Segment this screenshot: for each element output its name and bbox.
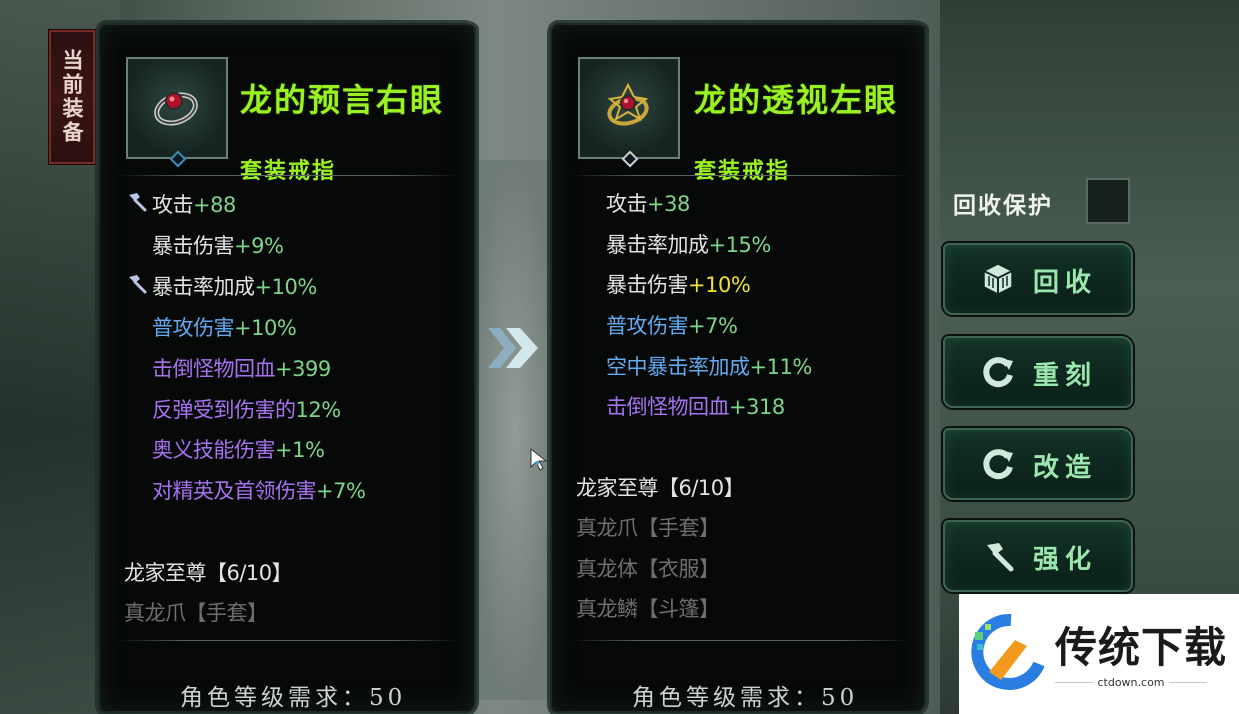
- stat-value: +11%: [749, 355, 813, 379]
- stat-line: 普攻伤害+10%: [152, 312, 297, 342]
- level-requirement: 角色等级需求：50: [632, 685, 859, 711]
- enhance-button[interactable]: 强化: [943, 520, 1133, 592]
- stat-line: 普攻伤害+7%: [606, 310, 738, 340]
- stat-value: +9%: [234, 234, 284, 258]
- stat-line: 击倒怪物回血+318: [606, 391, 785, 421]
- stat-line: 攻击+38: [606, 188, 690, 218]
- watermark-brand: 传统下载: [1055, 623, 1228, 672]
- stat-line: 暴击伤害+9%: [152, 230, 284, 260]
- recycle-button[interactable]: 回收: [943, 243, 1133, 315]
- stat-value: +88: [193, 193, 236, 217]
- refresh-icon: [983, 449, 1013, 480]
- compare-arrow-icon: [488, 328, 538, 368]
- stat-label: 击倒怪物回血: [152, 357, 276, 381]
- current-item-panel: 龙的预言右眼 套装戒指 攻击+88 暴击伤害+9% 暴击率加成+10% 普攻伤害+10…: [98, 23, 476, 713]
- recycle-button-label: 回收: [1033, 268, 1098, 298]
- rarity-diamond-icon: [169, 150, 187, 168]
- rarity-diamond-icon: [621, 150, 639, 168]
- stat-line: 暴击伤害+10%: [606, 269, 751, 299]
- stat-line: 反弹受到伤害的12%: [152, 394, 341, 424]
- watermark-url: ctdown.com: [1093, 676, 1169, 689]
- stat-label: 空中暴击率加成: [606, 355, 750, 379]
- ctdown-logo-icon: [971, 613, 1045, 690]
- reforge-button-label: 重刻: [1033, 361, 1098, 391]
- set-item: 真龙体【衣服】: [576, 557, 720, 581]
- stat-label: 暴击率加成: [606, 233, 709, 257]
- stat-label: 奥义技能伤害: [152, 438, 276, 462]
- divider: [118, 640, 458, 641]
- stat-value: +7%: [316, 479, 366, 503]
- recycle-protect-label: 回收保护: [953, 192, 1053, 219]
- item-name: 龙的预言右眼: [240, 81, 445, 119]
- stat-value: +318: [729, 395, 785, 419]
- watermark: 传统下载 ctdown.com: [959, 594, 1239, 714]
- hammer-icon: [987, 543, 1014, 572]
- mouse-cursor-icon: [530, 447, 548, 471]
- stat-label: 对精英及首领伤害: [152, 479, 317, 503]
- divider: [570, 640, 910, 641]
- stat-value: +38: [647, 192, 690, 216]
- reforge-button[interactable]: 重刻: [943, 336, 1133, 408]
- ring-icon: [154, 92, 198, 126]
- stat-line: 奥义技能伤害+1%: [152, 434, 325, 464]
- stat-line: 对精英及首领伤害+7%: [152, 475, 366, 505]
- item-icon-frame: [126, 57, 228, 168]
- set-title: 龙家至尊【6/10】: [576, 476, 745, 500]
- enhance-button-label: 强化: [1033, 545, 1098, 575]
- set-item: 真龙爪【手套】: [124, 601, 268, 625]
- set-item: 真龙鳞【斗篷】: [576, 597, 720, 621]
- hammer-icon: [129, 275, 147, 294]
- watermark-url-wrap: ctdown.com: [1055, 676, 1207, 689]
- stat-value: +7%: [688, 314, 738, 338]
- stat-label: 反弹受到伤害的: [152, 398, 296, 422]
- stat-line: 攻击+88: [152, 189, 236, 219]
- set-title: 龙家至尊【6/10】: [124, 561, 293, 585]
- stat-value: +10%: [234, 316, 297, 340]
- stat-label: 暴击伤害: [606, 273, 689, 297]
- divider: [118, 175, 458, 176]
- stat-value: +15%: [708, 233, 772, 257]
- modify-button[interactable]: 改造: [943, 428, 1133, 500]
- stat-value: +399: [275, 357, 331, 381]
- current-equipment-tag: 当前装备: [49, 30, 95, 164]
- stat-label: 普攻伤害: [606, 314, 689, 338]
- stat-label: 暴击伤害: [152, 234, 235, 258]
- stat-value: +10%: [688, 273, 751, 297]
- stat-label: 普攻伤害: [152, 316, 235, 340]
- stat-line: 暴击率加成+15%: [606, 229, 771, 259]
- divider: [570, 175, 910, 176]
- stat-value: 12%: [295, 398, 342, 422]
- item-type: 套装戒指: [240, 158, 337, 184]
- ring-icon: [607, 82, 649, 126]
- item-icon-frame: [578, 57, 680, 168]
- item-type: 套装戒指: [694, 158, 791, 184]
- stat-line: 空中暴击率加成+11%: [606, 351, 812, 381]
- recycle-cube-icon: [983, 263, 1013, 295]
- modify-button-label: 改造: [1033, 453, 1098, 483]
- stat-line: 暴击率加成+10%: [152, 271, 317, 301]
- stat-value: +1%: [275, 438, 325, 462]
- stat-label: 暴击率加成: [152, 275, 255, 299]
- refresh-icon: [983, 357, 1013, 388]
- set-item: 真龙爪【手套】: [576, 516, 720, 540]
- stat-line: 击倒怪物回血+399: [152, 353, 331, 383]
- stat-label: 攻击: [606, 192, 648, 216]
- item-name: 龙的透视左眼: [694, 81, 899, 119]
- level-requirement: 角色等级需求：50: [180, 685, 407, 711]
- recycle-protect-checkbox[interactable]: [1086, 178, 1130, 224]
- stat-label: 攻击: [152, 193, 194, 217]
- compared-item-panel: 龙的透视左眼 套装戒指 攻击+38 暴击率加成+15% 暴击伤害+10% 普攻伤害+7…: [550, 23, 926, 713]
- stat-value: +10%: [254, 275, 318, 299]
- stat-label: 击倒怪物回血: [606, 395, 730, 419]
- hammer-icon: [129, 193, 147, 212]
